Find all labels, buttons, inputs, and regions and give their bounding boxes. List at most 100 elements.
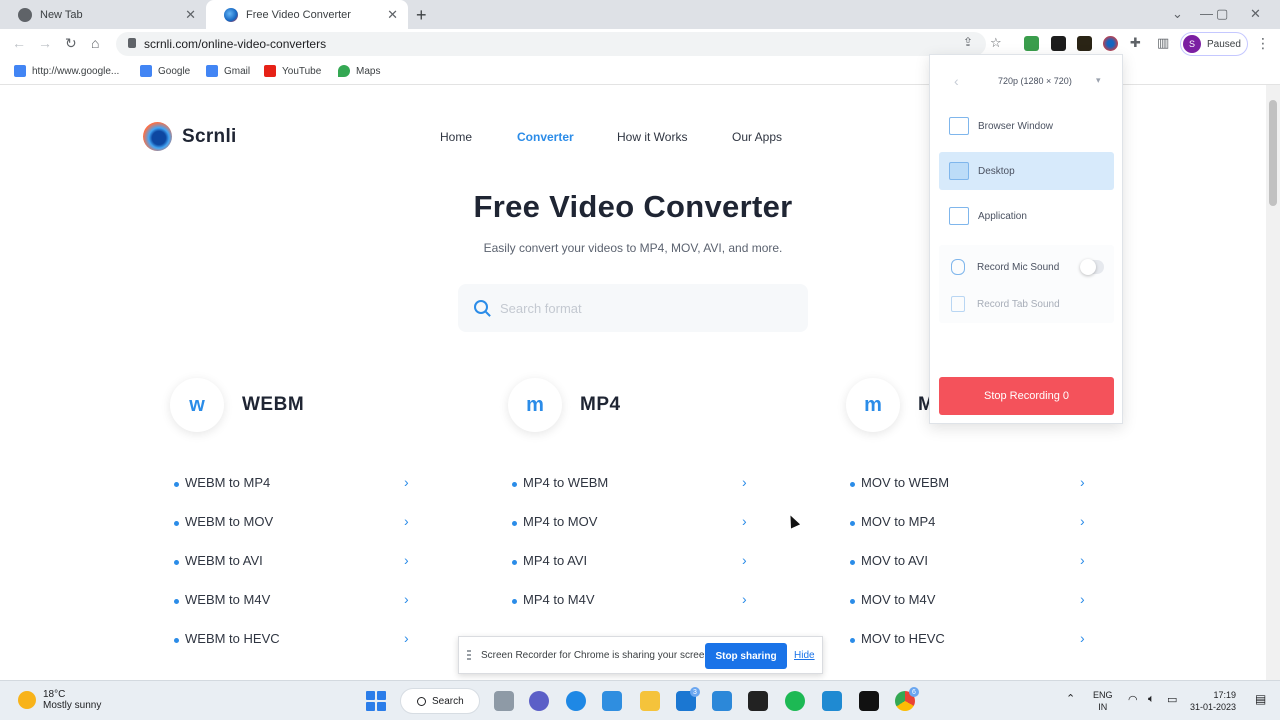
bookmark-maps[interactable]: Maps xyxy=(338,65,380,77)
mic-sound-option[interactable]: Record Mic Sound xyxy=(939,252,1114,282)
chevron-right-icon: › xyxy=(1080,591,1085,607)
bookmark-gmail[interactable]: Gmail xyxy=(206,65,250,77)
list-item[interactable]: WEBM to AVI › xyxy=(170,552,470,592)
source-browser-window[interactable]: Browser Window xyxy=(939,107,1114,145)
bullet-icon xyxy=(174,638,179,643)
nav-our-apps[interactable]: Our Apps xyxy=(732,130,782,144)
search-icon xyxy=(474,300,488,314)
teams-chat-icon[interactable] xyxy=(529,691,549,711)
chevron-up-icon[interactable]: ⌃ xyxy=(1066,692,1075,705)
language-indicator[interactable]: ENG IN xyxy=(1093,689,1113,713)
app-bolt-icon[interactable] xyxy=(748,691,768,711)
extension-dark-2-icon[interactable] xyxy=(1077,36,1092,51)
chevron-right-icon: › xyxy=(1080,513,1085,529)
site-logo[interactable]: Scrnli xyxy=(143,122,237,151)
list-item[interactable]: WEBM to MP4 › xyxy=(170,474,470,514)
chevron-down-icon[interactable]: ▾ xyxy=(1096,75,1101,86)
resolution-select[interactable]: 720p (1280 × 720) xyxy=(998,76,1072,86)
star-icon[interactable]: ☆ xyxy=(990,35,1002,51)
google-icon xyxy=(206,65,218,77)
back-arrow-icon[interactable]: ← xyxy=(12,35,26,51)
list-item[interactable]: MOV to M4V › xyxy=(846,591,1146,631)
notepad-icon[interactable] xyxy=(602,691,622,711)
list-item[interactable]: WEBM to HEVC › xyxy=(170,630,470,670)
close-icon[interactable]: ✕ xyxy=(387,7,398,23)
list-item[interactable]: MOV to HEVC › xyxy=(846,630,1146,670)
reload-icon[interactable]: ↻ xyxy=(65,35,77,52)
stop-sharing-button[interactable]: Stop sharing xyxy=(705,643,787,669)
close-icon[interactable]: ✕ xyxy=(185,7,196,23)
list-item[interactable]: MOV to AVI › xyxy=(846,552,1146,592)
volume-icon[interactable]: 🔈︎ xyxy=(1148,693,1155,706)
chevron-right-icon: › xyxy=(404,591,409,607)
task-view-icon[interactable] xyxy=(494,691,514,711)
hide-link[interactable]: Hide xyxy=(794,650,815,661)
google-icon xyxy=(14,65,26,77)
extension-green-icon[interactable] xyxy=(1024,36,1039,51)
weather-widget[interactable]: 18°C Mostly sunny xyxy=(18,689,101,711)
share-icon[interactable]: ⇪ xyxy=(963,35,973,49)
tab-sound-option[interactable]: Record Tab Sound xyxy=(939,289,1114,319)
screen-sharing-bar: Screen Recorder for Chrome is sharing yo… xyxy=(458,636,823,674)
profile-button[interactable]: S Paused xyxy=(1180,32,1248,56)
bookmark-google-url[interactable]: http://www.google... xyxy=(14,65,119,77)
tab-new-tab[interactable]: New Tab ✕ xyxy=(0,0,206,29)
taskbar-search[interactable]: Search xyxy=(400,688,480,714)
new-tab-button[interactable]: + xyxy=(416,5,427,26)
address-bar[interactable]: scrnli.com/online-video-converters xyxy=(116,32,986,56)
windows-start-icon[interactable] xyxy=(366,691,386,711)
list-item[interactable]: MP4 to WEBM › xyxy=(508,474,808,514)
source-desktop[interactable]: Desktop xyxy=(939,152,1114,190)
battery-icon[interactable]: ▭ xyxy=(1167,693,1177,706)
source-application[interactable]: Application xyxy=(939,197,1114,235)
list-item[interactable]: MOV to MP4 › xyxy=(846,513,1146,553)
list-item[interactable]: MP4 to AVI › xyxy=(508,552,808,592)
stop-recording-button[interactable]: Stop Recording 0 xyxy=(939,377,1114,415)
kebab-menu-icon[interactable]: ⋮ xyxy=(1256,35,1270,52)
side-panel-icon[interactable]: ▥ xyxy=(1157,35,1169,51)
list-item[interactable]: WEBM to MOV › xyxy=(170,513,470,553)
list-item[interactable]: MP4 to M4V › xyxy=(508,591,808,631)
puzzle-icon[interactable]: ✚ xyxy=(1130,35,1141,51)
spotify-icon[interactable] xyxy=(785,691,805,711)
notifications-icon[interactable]: ▤ xyxy=(1255,692,1266,706)
minimize-icon[interactable]: — xyxy=(1200,6,1213,21)
google-icon xyxy=(140,65,152,77)
search-input[interactable] xyxy=(500,298,790,318)
url-text: scrnli.com/online-video-converters xyxy=(144,37,327,51)
extension-dark-icon[interactable] xyxy=(1051,36,1066,51)
page-scrollbar[interactable] xyxy=(1266,85,1280,680)
nav-how-it-works[interactable]: How it Works xyxy=(617,130,687,144)
chevron-right-icon: › xyxy=(404,474,409,490)
bookmark-youtube[interactable]: YouTube xyxy=(264,65,321,77)
file-explorer-icon[interactable] xyxy=(640,691,660,711)
format-search xyxy=(458,284,808,332)
clock[interactable]: 17:19 31-01-2023 xyxy=(1190,689,1236,713)
scrollbar-thumb[interactable] xyxy=(1269,100,1277,206)
tab-free-video-converter[interactable]: Free Video Converter ✕ xyxy=(206,0,408,29)
maximize-icon[interactable]: ▢ xyxy=(1216,6,1228,22)
mov-badge-icon: m xyxy=(846,378,900,432)
list-item[interactable]: MOV to WEBM › xyxy=(846,474,1146,514)
edge-icon[interactable] xyxy=(566,691,586,711)
netflix-icon[interactable] xyxy=(859,691,879,711)
screen-recorder-extension-icon[interactable] xyxy=(1103,36,1118,51)
drag-handle-icon[interactable] xyxy=(467,650,471,660)
calendar-icon[interactable] xyxy=(712,691,732,711)
wifi-icon[interactable]: ◠ xyxy=(1128,693,1138,706)
back-chevron-icon[interactable]: ‹ xyxy=(954,73,959,89)
chevron-right-icon: › xyxy=(742,513,747,529)
nav-converter[interactable]: Converter xyxy=(517,130,574,144)
forward-arrow-icon[interactable]: → xyxy=(38,35,52,51)
bookmark-google[interactable]: Google xyxy=(140,65,190,77)
home-icon[interactable]: ⌂ xyxy=(91,35,99,51)
vscode-icon[interactable] xyxy=(822,691,842,711)
format-column-webm: w WEBM WEBM to MP4 › WEBM to MOV › WEBM to… xyxy=(170,370,470,670)
list-item[interactable]: WEBM to M4V › xyxy=(170,591,470,631)
chevron-down-icon[interactable]: ⌄ xyxy=(1172,6,1183,22)
window-close-icon[interactable]: ✕ xyxy=(1250,6,1261,22)
mic-toggle[interactable] xyxy=(1080,259,1104,275)
list-item[interactable]: MP4 to MOV › xyxy=(508,513,808,553)
weather-temp: 18°C xyxy=(43,689,66,700)
nav-home[interactable]: Home xyxy=(440,130,472,144)
